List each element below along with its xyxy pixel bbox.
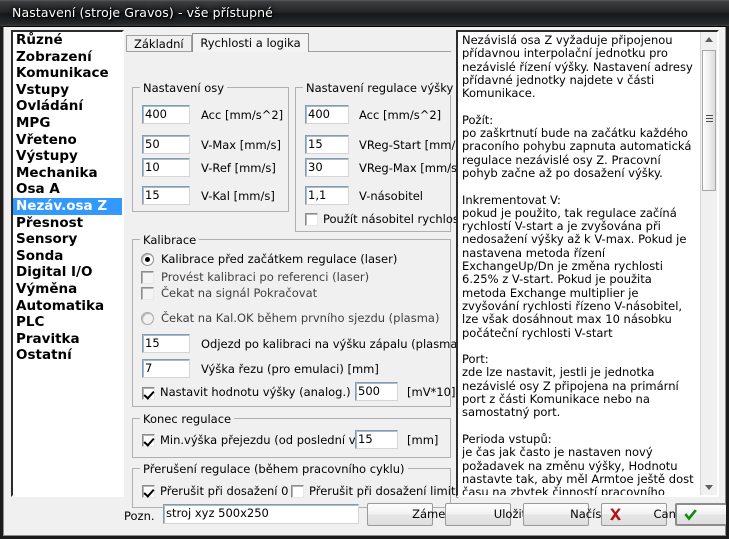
sidebar-item[interactable]: Automatika — [13, 298, 122, 315]
ok-button[interactable]: OK — [675, 503, 729, 526]
scroll-up-button[interactable] — [701, 32, 717, 48]
wait-continue-signal-label: Čekat na signál Pokračovat — [161, 286, 318, 300]
sidebar-item[interactable]: Výměna — [13, 281, 122, 298]
wait-continue-signal-checkbox[interactable] — [141, 287, 154, 300]
window-client-area: Různé Zobrazení Komunikace Vstupy Ovládání MP… — [3, 27, 729, 536]
vreg-max-input[interactable]: 30 — [305, 158, 349, 177]
ok-button-label: OK — [708, 505, 729, 524]
set-analog-height-checkbox[interactable] — [142, 387, 155, 400]
sidebar-item[interactable]: Mechanika — [13, 165, 122, 182]
use-multiplier-label: Použít násobitel rychlosti — [323, 212, 467, 226]
tab[interactable]: Rychlosti a logika — [192, 33, 309, 52]
acc-input[interactable]: 400 — [142, 105, 190, 124]
category-list[interactable]: Různé Zobrazení Komunikace Vstupy Ovládání MP… — [11, 30, 124, 497]
min-travel-height-checkbox[interactable] — [142, 434, 155, 447]
analog-height-unit: [mV*10] — [407, 385, 456, 399]
sidebar-item[interactable]: Ostatní — [13, 347, 122, 364]
height-acc-label: Acc [mm/s^2] — [359, 108, 442, 122]
note-input[interactable]: stroj xyz 500x250 — [163, 504, 359, 524]
sidebar-item[interactable]: Digital I/O — [13, 264, 122, 281]
vkal-input[interactable]: 15 — [142, 186, 190, 205]
check-icon — [684, 509, 697, 521]
vmax-input[interactable]: 50 — [142, 135, 190, 154]
height-acc-input[interactable]: 400 — [305, 105, 349, 124]
sidebar-item[interactable]: Sonda — [13, 248, 122, 265]
calibration-group: Kalibrace Kalibrace před začátkem regula… — [132, 233, 497, 407]
sidebar-item[interactable]: Nezáv.osa Z — [13, 197, 122, 215]
scroll-down-button[interactable] — [701, 479, 717, 495]
wait-kalok-radio[interactable] — [141, 312, 154, 325]
interrupt-at-limit-checkbox[interactable] — [291, 485, 304, 498]
bottom-toolbar: Pozn. stroj xyz 500x250 Zámek Uložit Nač… — [11, 501, 729, 531]
cancel-button[interactable]: Cancel — [601, 503, 692, 526]
height-regulation-legend: Nastavení regulace výšky — [303, 81, 457, 95]
tab[interactable]: Základní — [126, 35, 192, 52]
vref-label: V-Ref [mm/s] — [201, 161, 276, 175]
help-panel: Nezávislá osa Z vyžaduje připojenou příd… — [456, 30, 719, 497]
calib-before-regulation-radio[interactable] — [141, 253, 154, 266]
scrollbar-thumb[interactable] — [702, 50, 716, 191]
calib-before-regulation-label: Kalibrace před začátkem regulace (laser) — [161, 252, 398, 266]
load-button[interactable]: Načíst — [523, 503, 606, 526]
sidebar-item[interactable]: Sensory — [13, 231, 122, 248]
interrupt-regulation-legend: Přerušení regulace (během pracovního cyk… — [140, 462, 408, 476]
sidebar-item[interactable]: Různé — [13, 32, 122, 49]
min-travel-height-input[interactable]: 15 — [355, 430, 398, 449]
vmax-label: V-Max [mm/s] — [201, 138, 282, 152]
use-multiplier-checkbox[interactable] — [305, 213, 318, 226]
analog-height-input[interactable]: 500 — [355, 382, 398, 401]
sidebar-item[interactable]: Zobrazení — [13, 49, 122, 66]
help-scrollbar[interactable] — [700, 32, 717, 495]
axis-settings-group: Nastavení osy 400 Acc [mm/s^2] 50 V-Max … — [132, 81, 289, 212]
window-title: Nastavení (stroje Gravos) - vše přístupn… — [12, 5, 273, 20]
sidebar-item[interactable]: Vřeteno — [13, 132, 122, 149]
ignition-height-input[interactable]: 15 — [142, 334, 190, 353]
x-icon — [610, 508, 621, 521]
settings-window: Nastavení (stroje Gravos) - vše přístupn… — [0, 0, 729, 539]
vref-input[interactable]: 10 — [142, 158, 190, 177]
vreg-start-input[interactable]: 15 — [305, 135, 349, 154]
chevron-down-icon — [705, 485, 713, 490]
lock-button[interactable]: Zámek — [367, 503, 452, 526]
sidebar-item[interactable]: PLC — [13, 314, 122, 331]
cut-height-label: Výška řezu (pro emulaci) [mm] — [201, 362, 379, 376]
min-travel-height-label: Min.výška přejezdu (od poslední výšky) — [160, 433, 386, 447]
help-text: Nezávislá osa Z vyžaduje připojenou příd… — [462, 33, 694, 497]
wait-kalok-label: Čekat na Kal.OK během prvního sjezdu (pl… — [161, 311, 440, 325]
cut-height-input[interactable]: 7 — [142, 359, 190, 378]
calib-after-reference-label: Provést kalibraci po referenci (laser) — [161, 270, 370, 284]
vkal-label: V-Kal [mm/s] — [201, 189, 275, 203]
save-button[interactable]: Uložit — [445, 503, 526, 526]
sidebar-item[interactable]: Komunikace — [13, 65, 122, 82]
sidebar-item[interactable]: Ovládání — [13, 98, 122, 115]
interrupt-at-limit-label: Přerušit při dosažení limity — [309, 484, 463, 498]
set-analog-height-label: Nastavit hodnotu výšky (analog.) — [160, 385, 351, 399]
vreg-max-label: VReg-Max [mm/s] — [359, 161, 462, 175]
chevron-up-icon — [705, 37, 713, 42]
sidebar-item[interactable]: Výstupy — [13, 148, 122, 165]
ignition-height-label: Odjezd po kalibraci na výšku zápalu (pla… — [201, 337, 497, 351]
vreg-start-label: VReg-Start [mm/s] — [359, 138, 466, 152]
scrollbar-grip-icon — [706, 115, 713, 122]
calib-after-reference-checkbox[interactable] — [141, 271, 154, 284]
interrupt-at-zero-checkbox[interactable] — [142, 485, 155, 498]
min-travel-height-unit: [mm] — [407, 433, 439, 447]
sidebar-item[interactable]: Osa A — [13, 181, 122, 198]
v-multiplier-input[interactable]: 1,1 — [305, 186, 349, 205]
interrupt-at-zero-label: Přerušit při dosažení 0 — [160, 484, 289, 498]
sidebar-item[interactable]: Vstupy — [13, 82, 122, 99]
height-regulation-group: Nastavení regulace výšky 400 Acc [mm/s^2… — [295, 81, 467, 232]
axis-settings-legend: Nastavení osy — [140, 81, 228, 95]
acc-label: Acc [mm/s^2] — [201, 108, 284, 122]
end-regulation-group: Konec regulace Min.výška přejezdu (od po… — [132, 412, 451, 458]
window-titlebar: Nastavení (stroje Gravos) - vše přístupn… — [0, 0, 729, 27]
sidebar-item[interactable]: Přesnost — [13, 215, 122, 232]
note-label: Pozn. — [124, 509, 155, 523]
tab-strip: Základní Rychlosti a logika — [126, 33, 451, 52]
end-regulation-legend: Konec regulace — [140, 412, 235, 426]
sidebar-item[interactable]: Pravitka — [13, 331, 122, 348]
calibration-legend: Kalibrace — [140, 233, 200, 247]
sidebar-item[interactable]: MPG — [13, 115, 122, 132]
v-multiplier-label: V-násobitel — [359, 189, 423, 203]
